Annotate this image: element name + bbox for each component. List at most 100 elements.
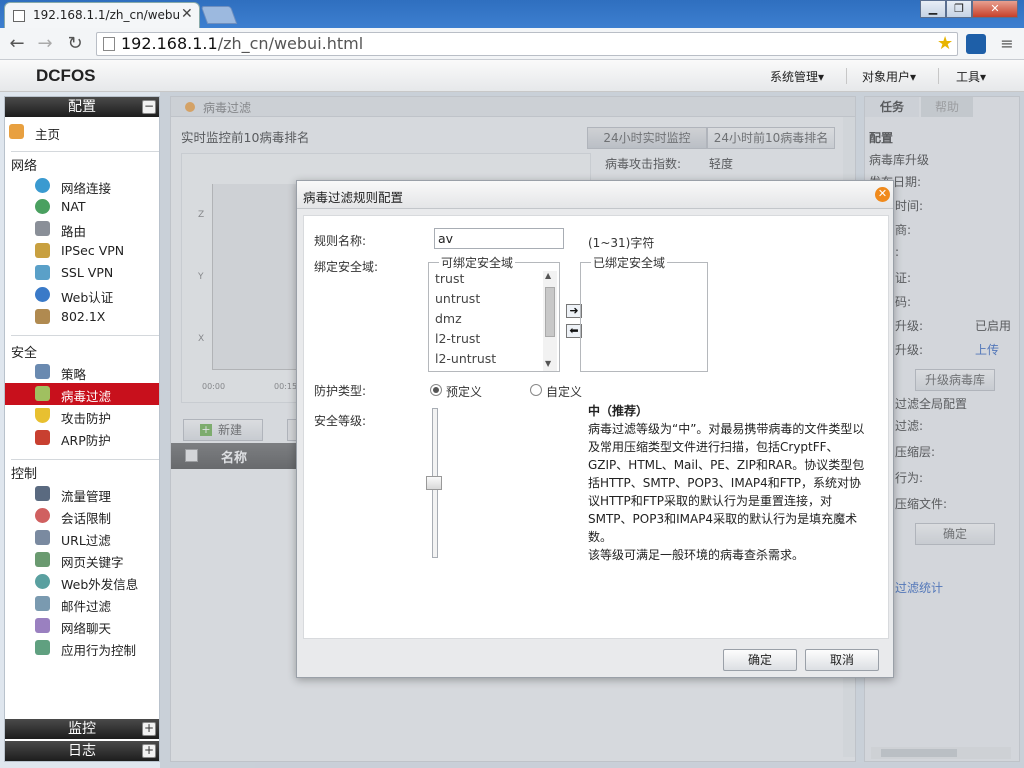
- divider: [11, 459, 159, 460]
- new-tab-button[interactable]: [200, 6, 238, 24]
- sidebar-item-web-auth[interactable]: Web认证: [5, 284, 159, 306]
- menu-system[interactable]: 系统管理▾: [770, 68, 824, 85]
- cancel-button[interactable]: 取消: [805, 649, 879, 671]
- menu-separator: [938, 68, 939, 84]
- dialog-footer: 确定 取消: [297, 643, 893, 677]
- session-icon: [35, 508, 50, 523]
- custom-label: 自定义: [546, 385, 583, 399]
- log-panel-header[interactable]: 日志 +: [5, 741, 159, 761]
- close-window-icon[interactable]: ✕: [972, 0, 1018, 18]
- sidebar-item-home[interactable]: 主页: [5, 121, 159, 143]
- extension-icon[interactable]: [966, 34, 986, 54]
- close-tab-icon[interactable]: ✕: [181, 6, 193, 22]
- custom-radio[interactable]: [530, 384, 542, 396]
- sidebar-item-keyword[interactable]: 网页关键字: [5, 549, 159, 571]
- browser-tab[interactable]: 192.168.1.1/zh_cn/webui.html ✕: [4, 2, 200, 28]
- menu-separator: [846, 68, 847, 84]
- predefined-radio[interactable]: [430, 384, 442, 396]
- protect-type-label: 防护类型:: [314, 384, 367, 398]
- sidebar-item-session-limit[interactable]: 会话限制: [5, 505, 159, 527]
- sidebar-item-network-connect[interactable]: 网络连接: [5, 175, 159, 197]
- group-security: 安全: [11, 346, 38, 361]
- divider: [11, 151, 159, 152]
- sidebar-item-nat[interactable]: NAT: [5, 196, 159, 218]
- zones-scrollbar[interactable]: ▲ ▼: [543, 271, 557, 371]
- logo: DCFOS: [36, 66, 96, 85]
- sidebar-item-8021x[interactable]: 802.1X: [5, 306, 159, 328]
- security-level-slider-thumb[interactable]: [426, 476, 442, 490]
- policy-icon: [35, 364, 50, 379]
- zone-option[interactable]: untrust: [435, 291, 480, 306]
- address-bar[interactable]: 192.168.1.1/zh_cn/webui.html ★: [96, 32, 958, 56]
- zone-option[interactable]: l2-trust: [435, 331, 480, 346]
- scroll-up-icon[interactable]: ▲: [545, 271, 551, 280]
- collapse-icon[interactable]: −: [142, 100, 156, 114]
- scroll-down-icon[interactable]: ▼: [545, 359, 551, 368]
- level-description: 中（推荐） 病毒过滤等级为“中”。对最易携带病毒的文件类型以及常用压缩类型文件进…: [588, 402, 868, 564]
- zone-option[interactable]: trust: [435, 271, 464, 286]
- sidebar-item-chat[interactable]: 网络聊天: [5, 615, 159, 637]
- rule-name-label: 规则名称:: [314, 234, 367, 248]
- maximize-icon[interactable]: ❐: [946, 0, 972, 18]
- sidebar-item-app-control[interactable]: 应用行为控制: [5, 637, 159, 659]
- ok-button[interactable]: 确定: [723, 649, 797, 671]
- bound-zones-legend: 已绑定安全域: [591, 254, 668, 271]
- sidebar-item-arp-defense[interactable]: ARP防护: [5, 427, 159, 449]
- virus-filter-rule-dialog: 病毒过滤规则配置 ✕ 规则名称: (1~31)字符 绑定安全域: 可绑定安全域 …: [296, 180, 894, 678]
- group-network: 网络: [11, 159, 38, 174]
- zone-option[interactable]: dmz: [435, 311, 462, 326]
- url-icon: [35, 530, 50, 545]
- monitor-panel-header[interactable]: 监控 +: [5, 719, 159, 739]
- reload-icon[interactable]: ↻: [62, 31, 88, 57]
- expand-icon[interactable]: +: [142, 722, 156, 736]
- close-icon[interactable]: ✕: [875, 187, 890, 202]
- nat-icon: [35, 199, 50, 214]
- home-icon: [9, 124, 24, 139]
- rule-name-hint: (1~31)字符: [588, 236, 655, 250]
- page-icon: [103, 37, 115, 51]
- security-level-label: 安全等级:: [314, 414, 367, 428]
- sidebar-item-url-filter[interactable]: URL过滤: [5, 527, 159, 549]
- available-zones-list[interactable]: 可绑定安全域 trust untrust dmz l2-trust l2-unt…: [428, 254, 560, 372]
- sidebar-item-web-outgoing[interactable]: Web外发信息: [5, 571, 159, 593]
- chat-icon: [35, 618, 50, 633]
- sidebar-item-attack-defense[interactable]: 攻击防护: [5, 405, 159, 427]
- bound-zones-list[interactable]: 已绑定安全域: [580, 254, 708, 372]
- back-icon[interactable]: ←: [4, 31, 30, 57]
- sidebar-item-ssl-vpn[interactable]: SSL VPN: [5, 262, 159, 284]
- lock-icon: [35, 309, 50, 324]
- router-icon: [35, 221, 50, 236]
- sidebar-item-policy[interactable]: 策略: [5, 361, 159, 383]
- group-control: 控制: [11, 467, 38, 482]
- sidebar-item-traffic[interactable]: 流量管理: [5, 483, 159, 505]
- bind-zone-label: 绑定安全域:: [314, 260, 379, 274]
- dialog-title: 病毒过滤规则配置: [303, 190, 404, 205]
- app-control-icon: [35, 640, 50, 655]
- sidebar-item-route[interactable]: 路由: [5, 218, 159, 240]
- menu-objects[interactable]: 对象用户▾: [862, 68, 916, 85]
- web-auth-icon: [35, 287, 50, 302]
- sidebar-item-ipsec-vpn[interactable]: IPSec VPN: [5, 240, 159, 262]
- sidebar-item-virus-filter[interactable]: 病毒过滤: [5, 383, 159, 405]
- rule-name-input[interactable]: [434, 228, 564, 249]
- globe-icon: [35, 178, 50, 193]
- menu-tools[interactable]: 工具▾: [956, 68, 986, 85]
- divider: [11, 335, 159, 336]
- bookmark-star-icon[interactable]: ★: [937, 33, 953, 54]
- available-zones-legend: 可绑定安全域: [439, 254, 516, 271]
- browser-toolbar: ← → ↻ 192.168.1.1/zh_cn/webui.html ★ ≡: [0, 28, 1024, 60]
- zone-option[interactable]: l2-untrust: [435, 351, 496, 366]
- tab-title: 192.168.1.1/zh_cn/webui.html: [33, 8, 179, 22]
- sidebar-item-mail-filter[interactable]: 邮件过滤: [5, 593, 159, 615]
- shield-icon: [35, 408, 50, 423]
- config-panel-header[interactable]: 配置 −: [5, 97, 159, 117]
- scroll-thumb[interactable]: [545, 287, 555, 337]
- menu-icon[interactable]: ≡: [994, 31, 1020, 57]
- minimize-icon[interactable]: ▁: [920, 0, 946, 18]
- expand-icon[interactable]: +: [142, 744, 156, 758]
- arp-icon: [35, 430, 50, 445]
- url-text: 192.168.1.1/zh_cn/webui.html: [121, 34, 364, 53]
- level-heading: 中（推荐）: [588, 404, 649, 418]
- dialog-titlebar[interactable]: 病毒过滤规则配置 ✕: [297, 181, 893, 209]
- forward-icon[interactable]: →: [32, 31, 58, 57]
